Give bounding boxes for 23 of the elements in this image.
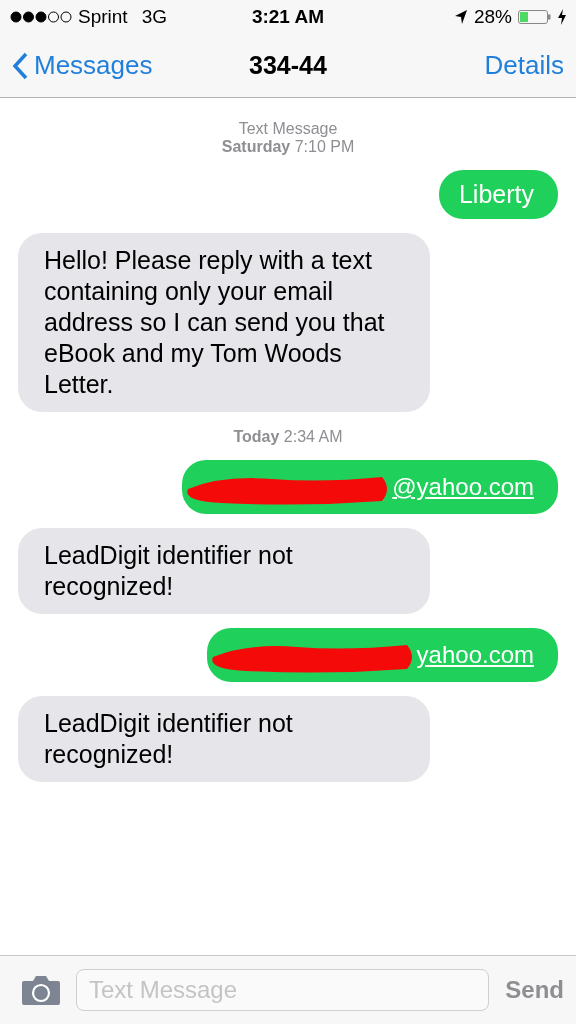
chevron-left-icon — [12, 51, 28, 80]
send-button[interactable]: Send — [505, 976, 564, 1004]
message-bubble[interactable]: LeadDigit identifier not recognized! — [18, 528, 430, 614]
timestamp: Text Message — [238, 120, 338, 138]
back-button[interactable]: Messages — [12, 50, 153, 81]
timestamp: Today 2:34 AM — [233, 428, 343, 446]
network-type: 3G — [141, 6, 167, 28]
conversation-title: 334-44 — [249, 51, 327, 79]
location-arrow-icon — [453, 9, 468, 25]
message-bubble[interactable]: LeadDigit identifier not recognized! — [18, 696, 430, 782]
timestamp: Saturday 7:10 PM — [221, 138, 355, 156]
battery-icon — [518, 9, 552, 25]
message-bubble[interactable]: Liberty — [438, 170, 558, 219]
message-bubble[interactable]: yahoo.com — [206, 628, 558, 682]
carrier-name: Sprint — [78, 6, 128, 28]
camera-icon[interactable] — [22, 975, 60, 1005]
battery-percent: 28% — [473, 6, 512, 28]
message-bubble[interactable]: Hello! Please reply with a text containing only your email address so I can send you that eBook and my Tom Woods Letter. — [18, 233, 430, 412]
charging-bolt-icon — [558, 9, 566, 25]
message-bubble[interactable]: @yahoo.com — [182, 460, 558, 514]
signal-icon — [10, 11, 72, 23]
clock: 3:21 AM — [251, 6, 325, 27]
details-button[interactable]: Details — [484, 50, 564, 81]
